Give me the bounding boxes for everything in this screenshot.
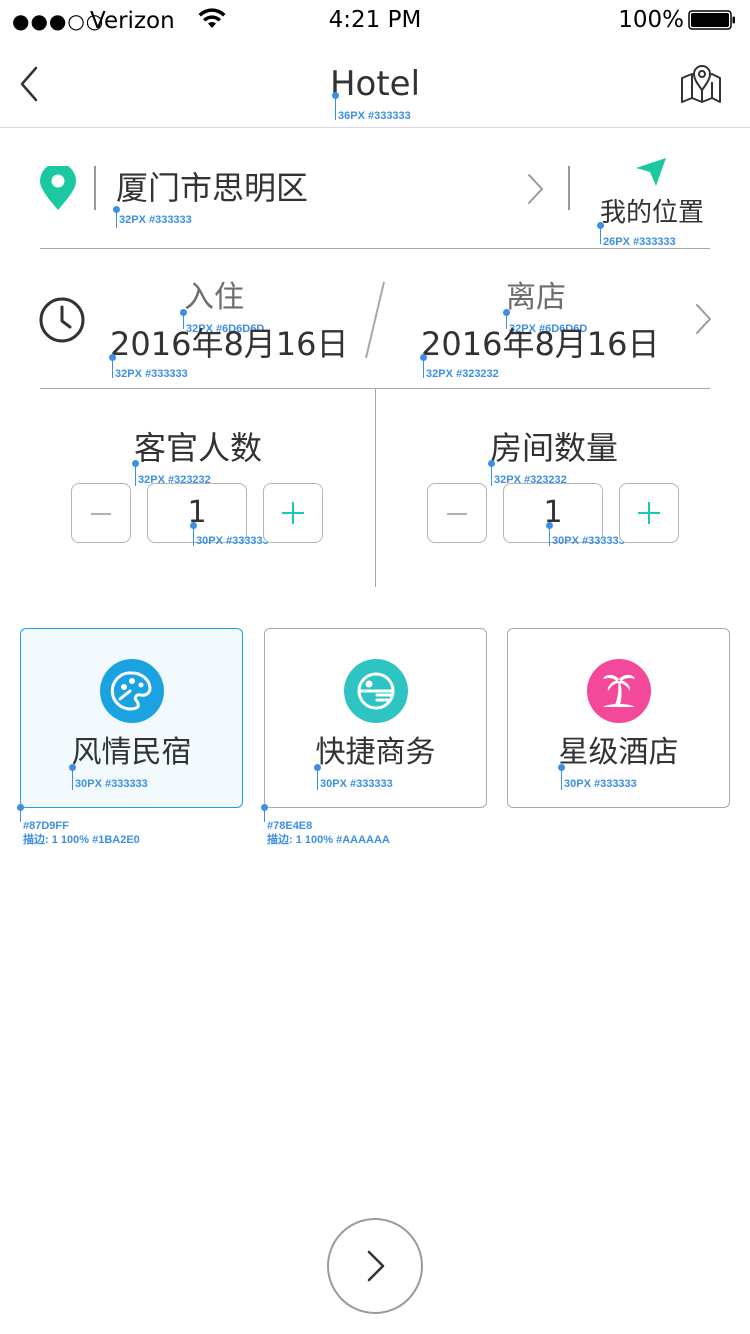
annotation-leader — [491, 466, 492, 486]
card-label: 快捷商务 — [315, 735, 436, 770]
chevron-right-icon[interactable] — [692, 302, 714, 336]
palette-icon — [100, 659, 164, 723]
annotation-leader — [112, 360, 113, 378]
rooms-count[interactable]: 1 — [503, 483, 603, 543]
globe-icon — [344, 659, 408, 723]
rooms-decrement-button[interactable] — [427, 483, 487, 543]
separator — [568, 166, 570, 210]
annotation-leader — [335, 98, 336, 120]
annotation-rooms-value: 30PX #333333 — [552, 535, 625, 547]
annotation-city: 32PX #333333 — [119, 214, 192, 226]
annotation-leader — [600, 228, 601, 244]
next-button[interactable] — [327, 1218, 423, 1314]
checkout-label: 离店 — [506, 280, 566, 315]
checkin-label: 入住 — [184, 280, 244, 315]
navigation-arrow-icon[interactable] — [634, 156, 668, 188]
status-bar: ●●●○○ Verizon 4:21 PM 100% — [0, 0, 750, 40]
annotation-checkin-value: 32PX #333333 — [115, 368, 188, 380]
chevron-right-icon[interactable] — [524, 172, 546, 206]
annotation-card2-stroke: 描边: 1 100% #AAAAAA — [267, 834, 390, 846]
column-divider — [375, 389, 376, 587]
rooms-label: 房间数量 — [490, 429, 619, 467]
checkin-date[interactable]: 2016年8月16日 — [110, 324, 349, 364]
annotation-card1-stroke: 描边: 1 100% #1BA2E0 — [23, 834, 140, 846]
battery-icon — [688, 10, 735, 30]
annotation-leader — [116, 212, 117, 228]
palm-tree-icon — [587, 659, 651, 723]
guests-count[interactable]: 1 — [147, 483, 247, 543]
guests-decrement-button[interactable] — [71, 483, 131, 543]
annotation-my-location: 26PX #333333 — [603, 236, 676, 248]
my-location-button[interactable]: 我的位置 — [600, 196, 704, 230]
annotation-card1-fill: #87D9FF — [23, 820, 69, 832]
card-label: 风情民宿 — [71, 735, 192, 770]
rooms-increment-button[interactable] — [619, 483, 679, 543]
annotation-checkout-value: 32PX #323232 — [426, 368, 499, 380]
guests-increment-button[interactable] — [263, 483, 323, 543]
guests-label: 客官人数 — [134, 429, 263, 467]
annotation-leader — [423, 360, 424, 378]
annotation-card1-label: 30PX #333333 — [75, 778, 148, 790]
annotation-card3-label: 30PX #333333 — [564, 778, 637, 790]
battery-percent: 100% — [618, 7, 684, 33]
annotation-leader — [72, 770, 73, 790]
annotation-leader — [20, 810, 21, 822]
row-divider — [40, 248, 710, 249]
annotation-card2-label: 30PX #333333 — [320, 778, 393, 790]
annotation-guests-value: 30PX #333333 — [196, 535, 269, 547]
annotation-leader — [561, 770, 562, 790]
separator — [94, 166, 96, 210]
chevron-right-icon — [367, 1250, 385, 1282]
clock-icon — [39, 297, 85, 343]
annotation-leader — [317, 770, 318, 790]
annotation-leader — [549, 528, 550, 546]
annotation-leader — [193, 528, 194, 546]
location-city[interactable]: 厦门市思明区 — [116, 166, 308, 210]
date-separator-slash — [365, 281, 385, 359]
location-pin-icon — [40, 166, 76, 210]
annotation-leader — [264, 810, 265, 822]
annotation-title: 36PX #333333 — [338, 110, 411, 122]
map-icon[interactable] — [678, 62, 724, 106]
page-title: Hotel — [329, 64, 421, 104]
card-label: 星级酒店 — [558, 735, 679, 770]
nav-divider — [0, 127, 750, 128]
checkout-date[interactable]: 2016年8月16日 — [421, 324, 660, 364]
annotation-leader — [135, 466, 136, 486]
annotation-card2-fill: #78E4E8 — [267, 820, 313, 832]
